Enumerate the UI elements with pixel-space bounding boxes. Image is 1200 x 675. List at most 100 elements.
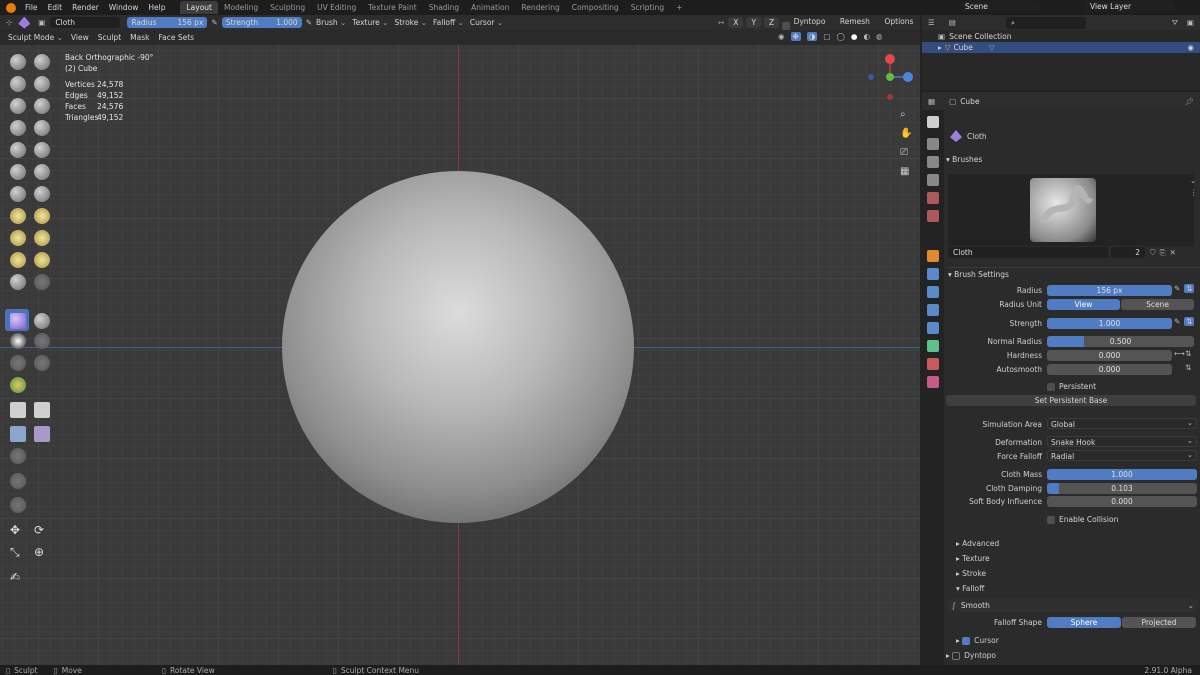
tool-tab-icon[interactable] [927, 116, 939, 128]
camera-view-icon[interactable]: ⎚ [900, 143, 912, 162]
box-trim-icon[interactable] [10, 448, 26, 464]
flatten-brush-icon[interactable] [10, 164, 26, 180]
menu-render[interactable]: Render [67, 3, 104, 12]
scene-tab-icon[interactable] [927, 192, 939, 204]
3d-viewport[interactable]: Back Orthographic -90° (2) Cube Vertices… [0, 45, 920, 665]
render-tab-icon[interactable] [927, 138, 939, 150]
mode-selector[interactable]: Sculpt Mode [8, 33, 63, 42]
texture-tab-icon[interactable] [927, 376, 939, 388]
hardness-pressure-icon[interactable]: ⇅ [1185, 349, 1191, 358]
radius-pen-icon[interactable]: ✎ [1174, 284, 1180, 293]
sculpt-menu[interactable]: Sculpt [98, 33, 121, 42]
modifiers-tab-icon[interactable] [927, 268, 939, 280]
slide-relax-brush-icon[interactable] [34, 313, 50, 329]
face-sets-menu[interactable]: Face Sets [159, 33, 195, 42]
brushes-panel-header[interactable]: ▾ Brushes [946, 155, 982, 164]
tab-texture-paint[interactable]: Texture Paint [362, 1, 422, 14]
transform-tool-icon[interactable]: ⊕ [34, 545, 50, 561]
lasso-mask-icon[interactable] [34, 402, 50, 418]
persistent-check-icon[interactable] [1047, 383, 1055, 391]
menu-edit[interactable]: Edit [43, 3, 68, 12]
strength-slider[interactable]: Strength 1.000 [221, 17, 302, 28]
hardness-field[interactable]: 0.000 [1047, 350, 1172, 361]
axis-z-toggle[interactable]: Z [764, 17, 780, 28]
gizmo-neg-z-handle[interactable] [887, 94, 893, 100]
expand-arrow-icon[interactable]: ▸ [938, 43, 942, 52]
output-tab-icon[interactable] [927, 156, 939, 168]
gizmo-toggle-icon[interactable]: ✥ [790, 32, 801, 41]
brush-list-expand-icon[interactable]: ⌄ [1190, 176, 1196, 185]
mask-menu[interactable]: Mask [130, 33, 149, 42]
add-workspace-icon[interactable]: + [670, 1, 688, 14]
pan-hand-icon[interactable]: ✋ [900, 124, 912, 143]
gizmo-y-handle[interactable] [886, 73, 894, 81]
strength-pressure-icon[interactable]: ✎ [306, 18, 312, 27]
menu-window[interactable]: Window [104, 3, 144, 12]
zoom-icon[interactable]: ⌕ [900, 105, 912, 124]
tab-sculpting[interactable]: Sculpting [264, 1, 311, 14]
duplicate-brush-icon[interactable]: ⎘ [1160, 248, 1166, 258]
thumb-brush-icon[interactable] [10, 252, 26, 268]
radius-unit-scene-button[interactable]: Scene [1121, 299, 1194, 310]
brush-user-count[interactable]: 2 [1111, 247, 1145, 258]
scale-tool-icon[interactable]: ⤡ [10, 545, 26, 561]
xray-toggle-icon[interactable]: ▢ [823, 32, 830, 41]
falloff-subpanel[interactable]: ▾ Falloff [956, 584, 984, 593]
visibility-icon[interactable]: ◉ [778, 32, 785, 41]
tab-shading[interactable]: Shading [423, 1, 465, 14]
tab-scripting[interactable]: Scripting [625, 1, 670, 14]
autosmooth-pressure-icon[interactable]: ⇅ [1185, 363, 1191, 372]
particles-tab-icon[interactable] [927, 286, 939, 298]
inflate-brush-icon[interactable] [10, 120, 26, 136]
nudge-brush-icon[interactable] [10, 274, 26, 290]
smooth-brush-icon[interactable] [34, 142, 50, 158]
outliner-search-input[interactable]: ⌕ [1005, 16, 1086, 29]
elastic-deform-brush-icon[interactable] [10, 230, 26, 246]
box-hide-icon[interactable] [10, 426, 26, 442]
stroke-subpanel[interactable]: ▸ Stroke [956, 569, 986, 578]
outliner-row-cube[interactable]: ▸ ▽ Cube ▽ ◉ [922, 42, 1200, 53]
sculpt-sphere-mesh[interactable] [282, 171, 634, 523]
autosmooth-field[interactable]: 0.000 [1047, 364, 1172, 375]
unlink-brush-icon[interactable]: ✕ [1170, 248, 1176, 257]
box-mask-icon[interactable] [10, 402, 26, 418]
tab-compositing[interactable]: Compositing [566, 1, 625, 14]
clay-strips-brush-icon[interactable] [34, 76, 50, 92]
filter-icon[interactable]: ⛛ [1172, 18, 1178, 28]
brush-settings-header[interactable]: ▾ Brush Settings [948, 267, 1200, 279]
material-tab-icon[interactable] [927, 358, 939, 370]
mask-brush-icon[interactable] [34, 333, 50, 349]
pin-icon[interactable]: 📌︎ [1184, 97, 1194, 106]
radius-slider[interactable]: Radius 156 px [127, 17, 208, 28]
physics-tab-icon[interactable] [927, 304, 939, 316]
line-project-icon[interactable] [10, 473, 26, 489]
navigation-gizmo[interactable] [862, 50, 920, 110]
deformation-dropdown[interactable]: Snake Hook [1047, 435, 1197, 447]
rotate-brush-icon[interactable] [34, 274, 50, 290]
scrape-brush-icon[interactable] [10, 186, 26, 202]
properties-editor-icon[interactable]: ▦ [928, 97, 935, 106]
radius-unit-view-button[interactable]: View [1047, 299, 1120, 310]
multiplane-scrape-brush-icon[interactable] [34, 186, 50, 202]
enable-collision-checkbox[interactable]: Enable Collision [1047, 515, 1118, 524]
cursor-subpanel[interactable]: ▸ Cursor [956, 636, 999, 645]
menu-help[interactable]: Help [143, 3, 170, 12]
new-collection-icon[interactable]: ▣ [1187, 18, 1194, 27]
clay-thumb-brush-icon[interactable] [10, 98, 26, 114]
material-shading-icon[interactable]: ◐ [863, 32, 870, 41]
cloth-damping-field[interactable]: 0.103 [1047, 483, 1197, 494]
view-layer-selector[interactable]: View Layer [1085, 1, 1178, 12]
hardness-invert-icon[interactable]: ⟷ [1174, 349, 1185, 358]
brush-menu[interactable]: Brush [316, 18, 346, 27]
texture-menu[interactable]: Texture [352, 18, 388, 27]
soft-body-influence-field[interactable]: 0.000 [1047, 496, 1197, 507]
advanced-subpanel[interactable]: ▸ Advanced [956, 539, 999, 548]
persistent-checkbox[interactable]: Persistent [1047, 382, 1096, 391]
draw-brush-icon[interactable] [10, 54, 26, 70]
view-menu[interactable]: View [71, 33, 89, 42]
overlay-toggle-icon[interactable]: ◑ [806, 32, 818, 41]
brush-name-field[interactable]: Cloth [50, 17, 121, 28]
falloff-shape-projected-button[interactable]: Projected [1122, 617, 1196, 628]
tab-layout[interactable]: Layout [180, 1, 218, 14]
strength-pen-icon[interactable]: ✎ [1174, 317, 1180, 326]
